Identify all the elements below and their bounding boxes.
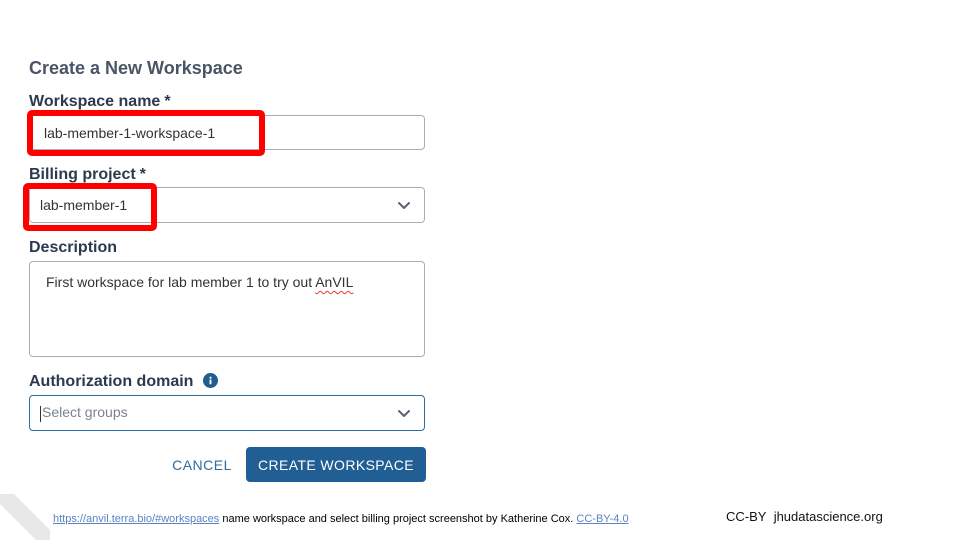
billing-project-label: Billing project * <box>29 166 146 184</box>
footer-license: CC-BY <box>726 509 767 524</box>
spellcheck-flagged-word: AnVIL <box>315 274 354 290</box>
chevron-down-icon[interactable] <box>396 405 412 421</box>
required-mark: * <box>164 93 171 110</box>
workspace-name-highlight <box>27 110 265 156</box>
authorization-domain-placeholder: Select groups <box>30 404 128 422</box>
form-title: Create a New Workspace <box>29 58 243 78</box>
description-value: First workspace for lab member 1 to try … <box>30 262 353 290</box>
authorization-domain-label-text: Authorization domain <box>29 373 194 390</box>
billing-project-highlight <box>23 183 157 231</box>
authorization-domain-select[interactable]: Select groups <box>29 395 425 431</box>
image-caption: https://anvil.terra.bio/#workspaces name… <box>53 513 629 525</box>
billing-project-label-text: Billing project <box>29 166 136 183</box>
source-link[interactable]: https://anvil.terra.bio/#workspaces <box>53 513 219 525</box>
cancel-button[interactable]: CANCEL <box>168 452 236 478</box>
description-textarea[interactable]: First workspace for lab member 1 to try … <box>29 261 425 357</box>
slide-corner-decoration <box>0 494 50 540</box>
authorization-domain-label: Authorization domain <box>29 373 218 391</box>
placeholder-text: Select groups <box>42 404 128 421</box>
chevron-down-icon[interactable] <box>396 197 412 213</box>
workspace-name-label: Workspace name * <box>29 93 171 111</box>
info-icon[interactable] <box>202 373 218 388</box>
slide-footer: CC-BY jhudatascience.org <box>726 509 883 524</box>
required-mark: * <box>139 166 146 183</box>
footer-site: jhudatascience.org <box>773 509 883 524</box>
workspace-name-label-text: Workspace name <box>29 93 161 110</box>
text-caret <box>40 405 41 422</box>
description-text: First workspace for lab member 1 to try … <box>46 274 316 290</box>
create-workspace-button[interactable]: CREATE WORKSPACE <box>246 447 426 482</box>
license-link[interactable]: CC-BY-4.0 <box>576 513 628 525</box>
caption-text: name workspace and select billing projec… <box>219 513 577 525</box>
description-label: Description <box>29 239 118 256</box>
